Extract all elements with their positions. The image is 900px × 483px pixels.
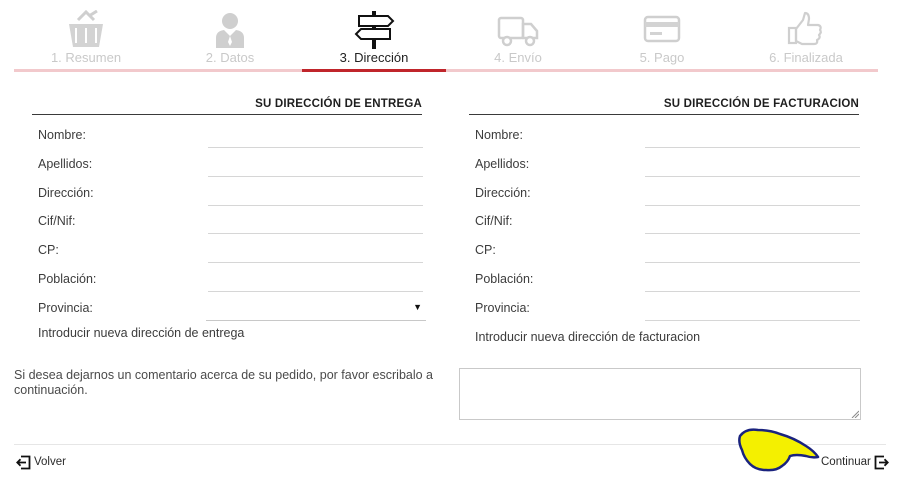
resize-grip-icon[interactable] [851,410,859,418]
delivery-cp-input[interactable] [208,244,423,263]
step-label: 5. Pago [639,50,685,65]
chevron-down-icon: ▼ [413,302,422,312]
step-label: 1. Resumen [50,50,122,65]
comment-prompt: Si desea dejarnos un comentario acerca d… [14,368,434,397]
field-label: Apellidos: [38,157,93,171]
step-finalizada[interactable]: 6. Finalizada [734,0,878,73]
credit-card-icon [643,15,681,43]
basket-icon [69,10,103,47]
field-label: Provincia: [38,301,93,315]
billing-cp-row: CP: [469,243,860,271]
field-label: CP: [475,243,496,257]
continue-button-label: Continuar [821,456,871,468]
checkout-steps: 1. Resumen 2. Datos 3. Dirección 4. Enví… [14,0,878,73]
delivery-cp-row: CP: [32,243,423,271]
pointing-hand-icon [738,428,820,472]
field-label: Cif/Nif: [38,214,76,228]
thumbs-up-icon [787,11,822,46]
billing-provincia-row: Provincia: [469,301,860,329]
delivery-address-section: SU DIRECCIÓN DE ENTREGA Nombre: Apellido… [32,96,426,340]
billing-apellidos-input[interactable] [645,158,860,177]
step-label: 2. Datos [205,50,255,65]
billing-nombre-input[interactable] [645,129,860,148]
field-label: Población: [475,272,534,286]
step-label: 4. Envío [494,50,542,65]
billing-poblacion-row: Población: [469,272,860,300]
billing-nombre-row: Nombre: [469,128,860,156]
step-resumen[interactable]: 1. Resumen [14,0,158,73]
user-icon [216,13,244,48]
back-button[interactable]: Volver [15,453,66,471]
billing-apellidos-row: Apellidos: [469,157,860,185]
delivery-poblacion-input[interactable] [208,273,423,292]
delivery-direccion-input[interactable] [208,187,423,206]
billing-poblacion-input[interactable] [645,273,860,292]
field-label: Nombre: [475,128,523,142]
billing-provincia-input[interactable] [645,302,860,321]
step-pago[interactable]: 5. Pago [590,0,734,73]
new-delivery-address-link[interactable]: Introducir nueva dirección de entrega [38,326,244,340]
delivery-provincia-row: Provincia: ▼ [32,301,426,329]
field-label: Dirección: [38,186,94,200]
delivery-poblacion-row: Población: [32,272,423,300]
field-label: CP: [38,243,59,257]
billing-address-section: SU DIRECCIÓN DE FACTURACION Nombre: Apel… [469,96,860,344]
billing-cif-row: Cif/Nif: [469,214,860,242]
active-step-indicator [302,69,446,72]
field-label: Nombre: [38,128,86,142]
delivery-direccion-row: Dirección: [32,186,423,214]
field-label: Cif/Nif: [475,214,513,228]
delivery-cif-input[interactable] [208,215,423,234]
field-label: Apellidos: [475,157,530,171]
step-datos[interactable]: 2. Datos [158,0,302,73]
truck-icon [497,16,539,47]
step-label: 3. Dirección [339,50,409,65]
delivery-cif-row: Cif/Nif: [32,214,423,242]
billing-address-title: SU DIRECCIÓN DE FACTURACION [469,96,859,115]
step-direccion[interactable]: 3. Dirección [302,0,446,73]
delivery-apellidos-row: Apellidos: [32,157,423,185]
back-button-label: Volver [34,456,66,468]
delivery-nombre-input[interactable] [208,129,423,148]
field-label: Población: [38,272,97,286]
delivery-apellidos-input[interactable] [208,158,423,177]
step-label: 6. Finalizada [769,50,843,65]
billing-cp-input[interactable] [645,244,860,263]
step-envio[interactable]: 4. Envío [446,0,590,73]
billing-cif-input[interactable] [645,215,860,234]
exit-right-icon [874,455,889,469]
delivery-nombre-row: Nombre: [32,128,423,156]
delivery-provincia-select[interactable]: ▼ [206,300,426,321]
billing-direccion-input[interactable] [645,187,860,206]
field-label: Dirección: [475,186,531,200]
comment-textarea[interactable] [459,368,861,420]
signpost-icon [354,11,395,49]
delivery-address-title: SU DIRECCIÓN DE ENTREGA [32,96,422,115]
exit-left-icon [16,455,31,469]
continue-button[interactable]: Continuar [821,453,890,471]
field-label: Provincia: [475,301,530,315]
billing-direccion-row: Dirección: [469,186,860,214]
new-billing-address-link[interactable]: Introducir nueva dirección de facturacio… [475,330,700,344]
